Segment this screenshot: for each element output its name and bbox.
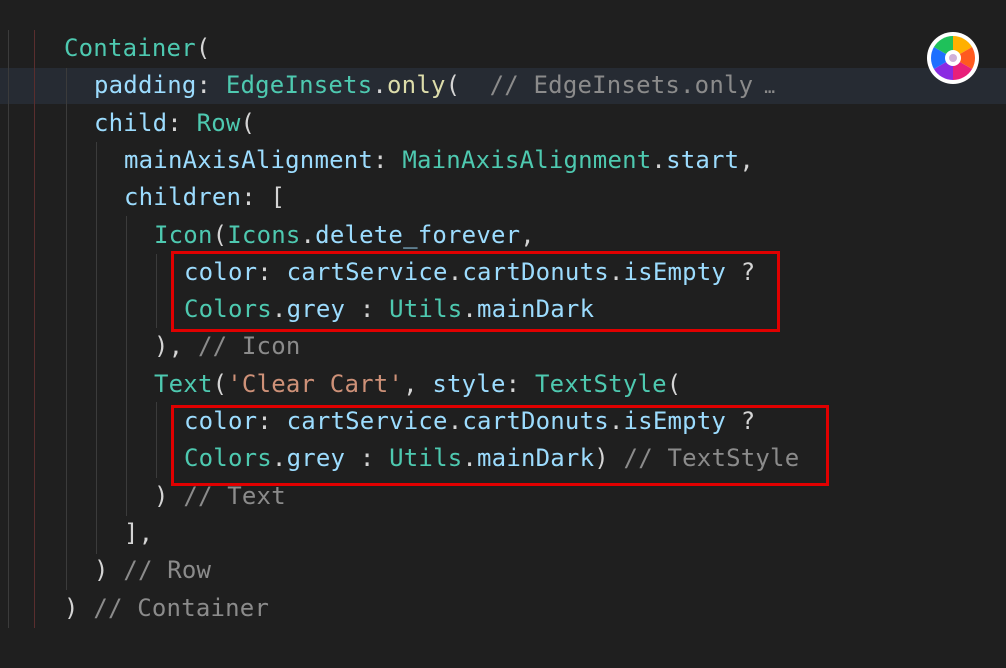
- code-token: …: [753, 77, 776, 99]
- code-token: mainAxisAlignment: [124, 145, 374, 174]
- code-line[interactable]: ) // Container: [64, 590, 269, 627]
- code-token: .: [651, 145, 667, 174]
- code-token: :: [373, 145, 403, 174]
- code-token: (: [212, 220, 228, 249]
- color-wheel-icon[interactable]: [926, 31, 980, 85]
- code-token: 'Clear Cart': [227, 369, 404, 398]
- code-token: (: [666, 369, 682, 398]
- code-token: only: [387, 71, 446, 100]
- code-token: (: [240, 108, 256, 137]
- code-line[interactable]: ), // Icon: [154, 328, 301, 365]
- code-token: // Icon: [197, 332, 301, 361]
- code-token: // Container: [93, 593, 270, 622]
- code-token: : [: [241, 183, 286, 212]
- code-line[interactable]: Icon(Icons.delete_forever,: [154, 217, 535, 254]
- code-token: // EdgeInsets.only: [489, 71, 754, 100]
- code-token: TextStyle: [534, 369, 667, 398]
- highlight-box-text-color: [171, 405, 829, 486]
- code-token: ],: [124, 518, 154, 547]
- indent-guide: [96, 142, 97, 554]
- code-token: start: [666, 145, 740, 174]
- code-token: ): [64, 593, 94, 622]
- code-line[interactable]: children: [: [124, 179, 285, 216]
- code-token: :: [196, 71, 226, 100]
- code-token: Icon: [154, 220, 213, 249]
- code-line[interactable]: padding: EdgeInsets.only( // EdgeInsets.…: [94, 67, 775, 104]
- code-token: (: [212, 369, 228, 398]
- code-line[interactable]: Text('Clear Cart', style: TextStyle(: [154, 366, 681, 403]
- code-token: ),: [154, 332, 198, 361]
- code-token: delete_forever: [315, 220, 521, 249]
- code-token: (: [445, 71, 490, 100]
- indent-guide: [156, 254, 157, 328]
- code-token: MainAxisAlignment: [402, 145, 652, 174]
- code-token: :: [505, 369, 535, 398]
- code-token: Row: [196, 108, 241, 137]
- code-token: padding: [94, 71, 197, 100]
- code-line[interactable]: ],: [124, 515, 153, 552]
- indent-guide: [156, 402, 157, 478]
- code-token: EdgeInsets: [225, 71, 373, 100]
- code-token: :: [167, 108, 197, 137]
- code-token: Container: [64, 34, 196, 62]
- code-token: // Row: [123, 556, 212, 585]
- highlight-box-icon-color: [171, 251, 780, 332]
- indent-guide: [66, 68, 67, 590]
- code-line[interactable]: ) // Row: [94, 552, 211, 589]
- code-token: (: [195, 34, 211, 62]
- code-token: ,: [739, 145, 754, 174]
- code-editor[interactable]: Container(padding: EdgeInsets.only( // E…: [0, 0, 1006, 668]
- code-token: style: [432, 369, 506, 398]
- code-token: Icons: [227, 220, 301, 249]
- code-token: child: [94, 108, 168, 137]
- code-line[interactable]: Container(: [64, 30, 211, 67]
- code-token: Text: [154, 369, 213, 398]
- code-token: .: [372, 71, 388, 100]
- indent-guide: [8, 30, 9, 628]
- code-token: .: [300, 220, 316, 249]
- code-line[interactable]: mainAxisAlignment: MainAxisAlignment.sta…: [124, 142, 754, 179]
- code-token: ): [94, 556, 124, 585]
- code-line[interactable]: child: Row(: [94, 105, 255, 142]
- indent-guide: [34, 30, 35, 628]
- code-token: children: [124, 183, 242, 212]
- code-token: ,: [403, 369, 433, 398]
- code-token: ,: [520, 220, 535, 249]
- indent-guide: [126, 216, 127, 516]
